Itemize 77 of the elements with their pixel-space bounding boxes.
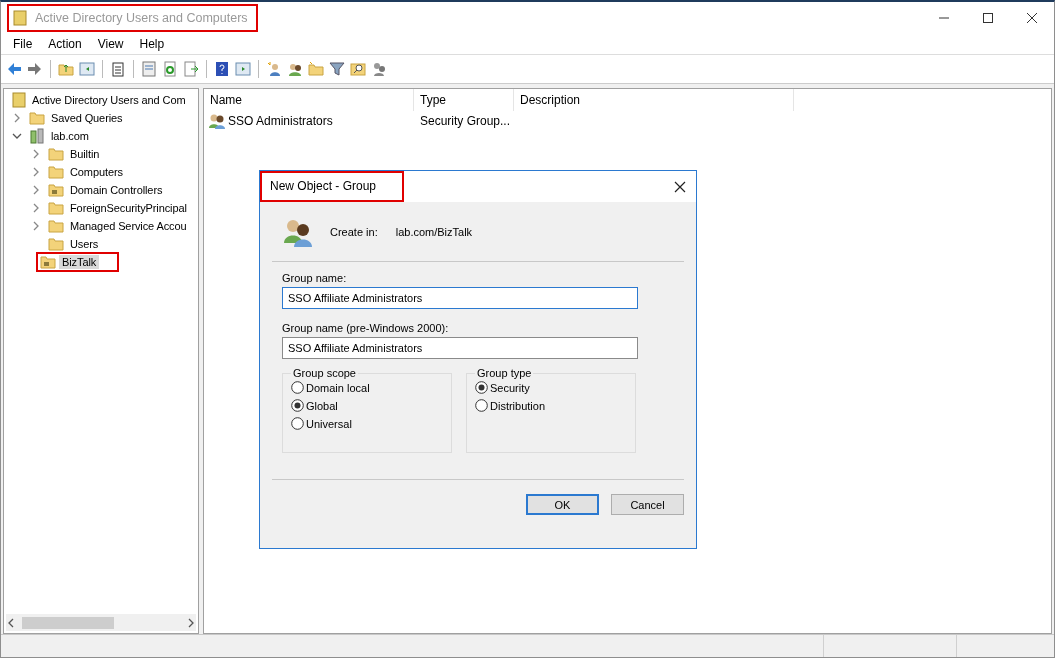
export-icon[interactable]	[183, 61, 199, 77]
list-item[interactable]: SSO Administrators	[228, 114, 333, 128]
tree-item[interactable]: Users	[67, 237, 102, 251]
radio-button[interactable]	[291, 417, 304, 430]
clipboard-icon[interactable]	[110, 61, 126, 77]
tree-item[interactable]: Computers	[67, 165, 126, 179]
create-in-path: lab.com/BizTalk	[395, 226, 473, 238]
radio-button[interactable]	[291, 381, 304, 394]
forward-arrow-icon[interactable]	[27, 61, 43, 77]
book-icon	[12, 92, 26, 108]
group-title: Group type	[476, 367, 533, 379]
radio-button[interactable]	[475, 399, 488, 412]
tree-item[interactable]: Domain Controllers	[67, 183, 166, 197]
maximize-icon[interactable]	[983, 13, 993, 23]
field-label: Group name:	[282, 272, 348, 284]
group-title: Group scope	[292, 367, 357, 379]
filter-icon[interactable]	[329, 61, 345, 77]
input-field[interactable]: SSO Affiliate Administrators	[282, 287, 638, 309]
pane-icon[interactable]	[235, 61, 251, 77]
folder-icon	[48, 219, 64, 233]
menu-item[interactable]: Action	[40, 37, 90, 51]
close-icon[interactable]	[1027, 13, 1037, 23]
tree-item[interactable]: Managed Service Accou	[67, 219, 190, 233]
tree-item[interactable]: ForeignSecurityPrincipal	[67, 201, 190, 215]
folder-icon	[48, 237, 64, 251]
tree-item[interactable]: Saved Queries	[48, 111, 126, 125]
dialog-title: New Object - Group	[270, 179, 377, 193]
radio-label[interactable]: Universal	[306, 417, 352, 430]
column-header[interactable]: Name	[204, 89, 414, 111]
close-icon[interactable]	[674, 180, 686, 193]
folder-icon	[48, 201, 64, 215]
find-icon[interactable]	[350, 61, 366, 77]
radio-label[interactable]: Security	[490, 381, 530, 394]
horizontal-scrollbar[interactable]	[6, 614, 196, 631]
help-icon[interactable]	[214, 61, 230, 77]
new-ou-icon[interactable]	[308, 61, 324, 77]
folder-up-icon[interactable]	[58, 61, 74, 77]
menu-item[interactable]: View	[89, 37, 132, 51]
chevron-left-icon[interactable]	[6, 617, 16, 628]
radio-label[interactable]: Distribution	[490, 399, 546, 412]
users-icon[interactable]	[371, 61, 387, 77]
column-header[interactable]: Description	[514, 89, 794, 111]
users-icon	[208, 113, 226, 129]
back-arrow-icon[interactable]	[6, 61, 22, 77]
folder-icon	[40, 255, 56, 269]
radio-label[interactable]: Global	[306, 399, 338, 412]
properties-icon[interactable]	[141, 61, 157, 77]
tree-item[interactable]: Builtin	[67, 147, 103, 161]
book-icon	[13, 10, 27, 26]
tree-item[interactable]: lab.com	[48, 129, 92, 143]
new-user-icon[interactable]	[266, 61, 282, 77]
chevron-right-icon[interactable]	[186, 617, 196, 628]
create-in-label: Create in:	[330, 226, 378, 238]
folder-icon	[48, 183, 64, 197]
menu-item[interactable]: File	[5, 37, 41, 51]
field-label: Group name (pre-Windows 2000):	[282, 322, 450, 334]
refresh-icon[interactable]	[162, 61, 178, 77]
new-group-icon[interactable]	[287, 61, 303, 77]
folder-icon	[48, 165, 64, 179]
tree-item[interactable]: BizTalk	[59, 255, 100, 269]
pane-icon[interactable]	[79, 61, 95, 77]
radio-button[interactable]	[291, 399, 304, 412]
folder-icon	[48, 147, 64, 161]
folder-icon	[29, 111, 45, 125]
column-header[interactable]: Type	[414, 89, 514, 111]
radio-label[interactable]: Domain local	[306, 381, 370, 394]
radio-button[interactable]	[475, 381, 488, 394]
window-title: Active Directory Users and Computers	[35, 11, 248, 25]
menu-item[interactable]: Help	[131, 37, 173, 51]
table-cell-text: Security Group...	[419, 114, 512, 128]
tree-item[interactable]: Active Directory Users and Com	[29, 93, 189, 107]
input-field[interactable]: SSO Affiliate Administrators	[282, 337, 638, 359]
scrollbar-thumb[interactable]	[22, 616, 114, 629]
users-icon	[282, 217, 314, 247]
cancel-button[interactable]: Cancel	[611, 494, 684, 515]
ok-button[interactable]: OK	[526, 494, 599, 515]
server-icon	[29, 128, 45, 144]
